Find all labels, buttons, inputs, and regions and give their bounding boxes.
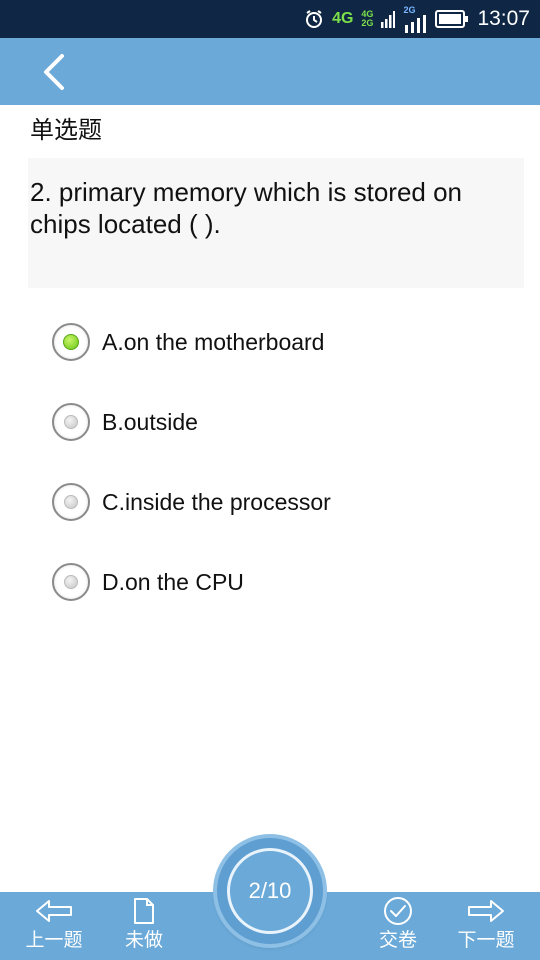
radio-button-b[interactable] (52, 403, 90, 441)
option-label-b: B.outside (102, 409, 198, 435)
unanswered-label: 未做 (124, 930, 163, 951)
question-type-label: 单选题 (30, 117, 102, 144)
option-label-d: D.on the CPU (102, 569, 244, 595)
alarm-icon (304, 9, 324, 29)
option-d[interactable]: D.on the CPU (52, 563, 512, 643)
secondary-signal: 2G (403, 4, 427, 33)
back-button[interactable] (30, 48, 78, 96)
status-bar: 4G 4G 2G 2G 13:07 (0, 0, 540, 38)
option-label-c: C.inside the processor (102, 489, 331, 515)
radio-button-a[interactable] (52, 323, 90, 361)
battery-icon (435, 10, 469, 28)
option-label-a: A.on the motherboard (102, 329, 325, 355)
signal-icon (381, 10, 396, 28)
question-text: 2. primary memory which is stored on chi… (30, 177, 463, 239)
status-time: 13:07 (477, 7, 530, 30)
page-indicator-text: 2/10 (227, 848, 313, 934)
signal-icon-secondary (405, 14, 427, 33)
next-question-button[interactable]: 下一题 (452, 892, 520, 960)
radio-dot (64, 495, 78, 509)
check-circle-icon (383, 896, 413, 926)
status-icons: 4G 4G 2G 2G 13:07 (304, 0, 530, 38)
prev-question-label: 上一题 (25, 930, 83, 951)
arrow-left-icon (35, 896, 73, 926)
next-question-label: 下一题 (457, 930, 515, 951)
radio-button-d[interactable] (52, 563, 90, 601)
network-secondary-label: 2G (403, 4, 416, 15)
screen: 4G 4G 2G 2G 13:07 单选题 2. primary memory … (0, 0, 540, 960)
question-box: 2. primary memory which is stored on chi… (28, 158, 524, 288)
radio-dot-selected (63, 334, 79, 350)
document-icon (133, 896, 155, 926)
prev-question-button[interactable]: 上一题 (20, 892, 88, 960)
chevron-left-icon (44, 54, 64, 90)
network-dual-label: 4G 2G (361, 10, 373, 28)
header-bar (0, 38, 540, 105)
submit-button[interactable]: 交卷 (372, 892, 424, 960)
page-indicator-button[interactable]: 2/10 (217, 838, 323, 944)
network-bottom-label: 2G (361, 18, 374, 28)
option-c[interactable]: C.inside the processor (52, 483, 512, 563)
arrow-right-icon (467, 896, 505, 926)
radio-button-c[interactable] (52, 483, 90, 521)
network-4g-label: 4G (332, 10, 354, 27)
radio-dot (64, 575, 78, 589)
option-b[interactable]: B.outside (52, 403, 512, 483)
options-list: A.on the motherboard B.outside C.inside … (52, 323, 512, 643)
unanswered-button[interactable]: 未做 (116, 892, 172, 960)
radio-dot (64, 415, 78, 429)
submit-label: 交卷 (378, 930, 417, 951)
option-a[interactable]: A.on the motherboard (52, 323, 512, 403)
